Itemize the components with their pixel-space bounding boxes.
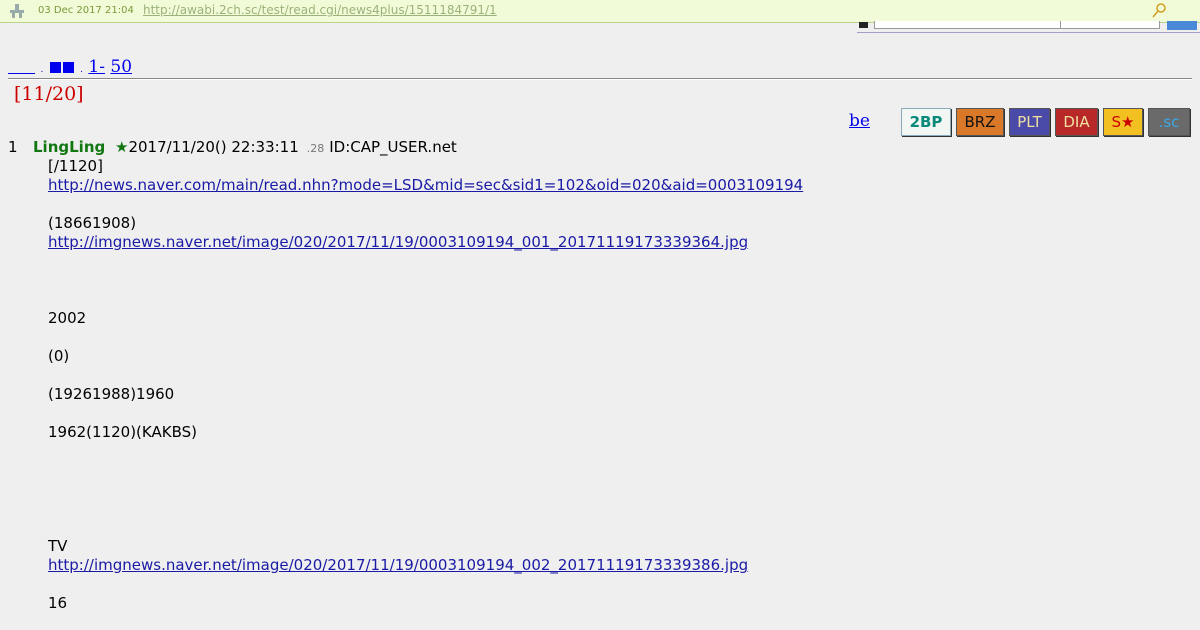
search-button[interactable] (1167, 21, 1197, 30)
search-checkbox[interactable] (859, 22, 868, 28)
news-link[interactable]: http://news.naver.com/main/read.nhn?mode… (48, 176, 803, 194)
post-number[interactable]: 1 (8, 138, 18, 156)
post-line: [/1120] (48, 157, 103, 175)
be-link[interactable]: be (849, 111, 870, 131)
archive-logo-icon[interactable] (8, 3, 26, 19)
post-link: http://news.naver.com/main/read.nhn?mode… (48, 176, 803, 194)
sc-button[interactable]: .sc (1148, 108, 1190, 136)
post-line: (18661908) (48, 214, 137, 232)
post-line: 2002 (48, 309, 87, 327)
pager-range-start-link[interactable]: 1- (88, 57, 105, 77)
post-small-text: .28 (306, 142, 325, 155)
post-id[interactable]: ID:CAP_USER.net (329, 138, 457, 156)
dia-button[interactable]: DIA (1055, 108, 1098, 136)
pager-dot: . (40, 65, 44, 75)
post-link: http://imgnews.naver.net/image/020/2017/… (48, 556, 748, 574)
search-select[interactable] (1060, 21, 1160, 29)
post-author: LingLing (33, 138, 106, 156)
2bp-button[interactable]: 2BP (901, 108, 951, 136)
search-input[interactable] (874, 21, 1061, 29)
archive-url-link[interactable]: http://awabi.2ch.sc/test/read.cgi/news4p… (143, 3, 497, 17)
post-link: http://imgnews.naver.net/image/020/2017/… (48, 233, 748, 251)
post-meta: ★2017/11/20() 22:33:11 .28 ID:CAP_USER.net (115, 138, 457, 156)
pager: . . 1- 50 (8, 57, 132, 77)
archive-date: 03 Dec 2017 21:04 (38, 5, 134, 16)
image-link-1[interactable]: http://imgnews.naver.net/image/020/2017/… (48, 233, 748, 251)
pager-squares-link[interactable] (49, 57, 75, 77)
pager-blank-link[interactable] (8, 57, 35, 77)
divider (8, 78, 1192, 80)
star-button[interactable]: S★ (1103, 108, 1143, 136)
star-icon: ★ (115, 138, 129, 156)
pager-dot: . (80, 65, 83, 75)
post-date: 2017/11/20() 22:33:11 (128, 138, 299, 156)
thread-title: [11/20] (14, 83, 84, 105)
archive-bar: 03 Dec 2017 21:04 http://awabi.2ch.sc/te… (0, 0, 1200, 23)
post-line: (19261988)1960 (48, 385, 175, 403)
brz-button[interactable]: BRZ (956, 108, 1004, 136)
pager-range-end-link[interactable]: 50 (110, 57, 132, 77)
image-link-2[interactable]: http://imgnews.naver.net/image/020/2017/… (48, 556, 748, 574)
post-line: TV (48, 537, 68, 555)
post-line: 1962(1120)(KAKBS) (48, 423, 197, 441)
pin-icon[interactable] (1150, 2, 1168, 20)
plt-button[interactable]: PLT (1009, 108, 1050, 136)
post-line: (0) (48, 347, 70, 365)
post-line: 16 (48, 594, 68, 612)
search-form (857, 21, 1200, 33)
